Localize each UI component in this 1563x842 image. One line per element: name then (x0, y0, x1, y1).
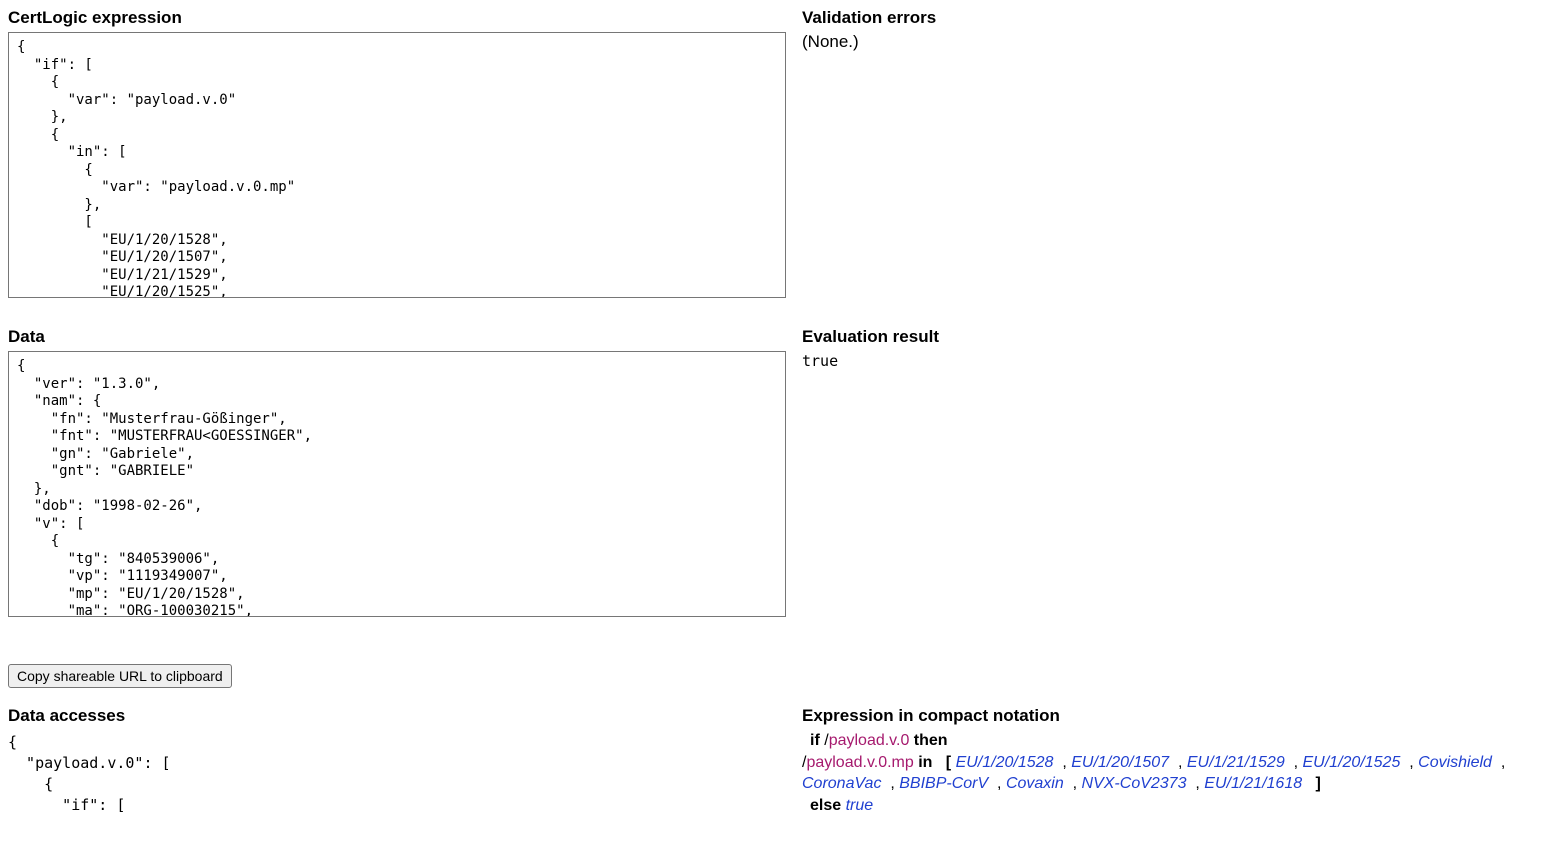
data-textarea[interactable] (8, 351, 786, 617)
data-accesses-heading: Data accesses (8, 706, 786, 726)
compact-list-item: EU/1/21/1618 (1204, 775, 1302, 792)
data-accesses-text: { "payload.v.0": [ { "if": [ (8, 732, 786, 816)
compact-heading: Expression in compact notation (802, 706, 1555, 726)
validation-errors-text: (None.) (802, 32, 1555, 52)
compact-list-item: BBIBP-CorV (899, 775, 988, 792)
evaluation-result-text: true (802, 351, 1555, 372)
validation-errors-heading: Validation errors (802, 8, 1555, 28)
compact-list-item: Covishield (1418, 754, 1492, 771)
data-heading: Data (8, 327, 786, 347)
compact-list-sep: , (1178, 754, 1187, 771)
compact-else-val: true (846, 797, 874, 814)
compact-list-sep: , (1062, 754, 1071, 771)
compact-list-sep: , (1409, 754, 1418, 771)
compact-list-sep: , (1073, 775, 1082, 792)
compact-list-item: EU/1/20/1507 (1071, 754, 1169, 771)
evaluation-result-heading: Evaluation result (802, 327, 1555, 347)
compact-list-sep: , (997, 775, 1006, 792)
compact-list-item: NVX-CoV2373 (1082, 775, 1187, 792)
compact-kw-in: in (918, 754, 932, 771)
compact-expression: if /payload.v.0 then /payload.v.0.mp in … (802, 730, 1512, 816)
compact-list-item: EU/1/20/1525 (1303, 754, 1401, 771)
compact-path-in: payload.v.0.mp (806, 754, 913, 771)
compact-path-cond: payload.v.0 (829, 732, 910, 749)
compact-list-sep: , (890, 775, 899, 792)
compact-list-sep: , (1501, 754, 1505, 771)
expression-textarea[interactable] (8, 32, 786, 298)
compact-list-item: Covaxin (1006, 775, 1064, 792)
compact-kw-else: else (810, 797, 841, 814)
compact-kw-then: then (914, 732, 948, 749)
compact-list-sep: , (1195, 775, 1204, 792)
compact-bracket-open: [ (946, 754, 951, 771)
compact-bracket-close: ] (1315, 775, 1320, 792)
compact-list-item: CoronaVac (802, 775, 881, 792)
compact-list-item: EU/1/20/1528 (956, 754, 1054, 771)
compact-list-item: EU/1/21/1529 (1187, 754, 1285, 771)
compact-kw-if: if (810, 732, 820, 749)
expression-heading: CertLogic expression (8, 8, 786, 28)
copy-url-button[interactable]: Copy shareable URL to clipboard (8, 664, 232, 688)
compact-list-sep: , (1294, 754, 1303, 771)
